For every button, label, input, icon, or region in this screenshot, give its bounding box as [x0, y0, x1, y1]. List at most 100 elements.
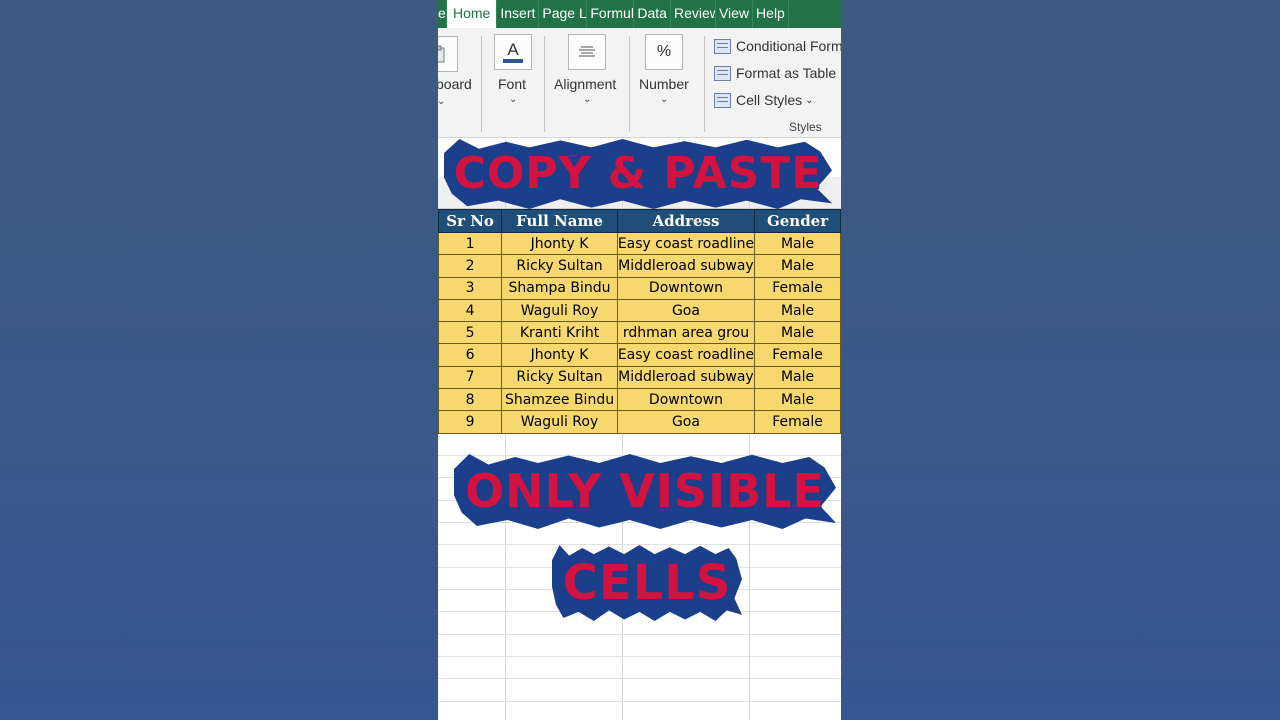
tab-insert[interactable]: Insert [497, 0, 540, 28]
cell-address-text: Easy coast roadline [617, 347, 755, 364]
cell-gender[interactable]: Female [754, 276, 841, 300]
tab-page-layout[interactable]: Page La [539, 0, 588, 28]
cell-full-name[interactable]: Shampa Bindu [501, 276, 618, 300]
cell-address[interactable]: Goa [616, 410, 756, 434]
cell-full-name[interactable]: Waguli Roy [501, 410, 618, 434]
cell-gender-text: Female [772, 280, 823, 297]
cell-address-text: Easy coast roadline [617, 235, 755, 252]
tab-data[interactable]: Data [634, 0, 671, 28]
cell-address-text: Goa [671, 414, 700, 431]
tab-home[interactable]: Home [447, 0, 498, 28]
cell-address[interactable]: Easy coast roadline [616, 231, 756, 256]
cell-sr-no[interactable]: 9 [438, 410, 503, 434]
cell-full-name-text: Shampa Bindu [508, 280, 611, 297]
cell-full-name[interactable]: Ricky Sultan [501, 254, 618, 278]
cell-sr-no[interactable]: 8 [438, 388, 503, 412]
gridline [438, 455, 841, 456]
overlay-title-mid: ONLY VISIBLE [464, 463, 825, 519]
cell-styles-label: Cell Styles [736, 92, 803, 108]
cell-gender[interactable]: Female [754, 343, 841, 367]
cell-address[interactable]: Goa [616, 298, 756, 323]
cell-sr-no[interactable]: 3 [438, 276, 503, 300]
tab-file[interactable]: e [438, 0, 447, 28]
alignment-label: Alignment [554, 76, 617, 92]
cell-gender-text: Male [780, 324, 815, 341]
cell-full-name-text: Waguli Roy [520, 302, 599, 319]
group-divider [704, 36, 705, 132]
cell-styles-button[interactable]: Cell Styles ⌄ [714, 92, 814, 108]
gridline [438, 701, 841, 702]
conditional-formatting-label: Conditional Form [736, 38, 841, 54]
font-a-glyph: A [507, 40, 519, 59]
cell-sr-no[interactable]: 7 [438, 365, 503, 390]
cell-sr-no-text: 1 [465, 235, 475, 252]
data-table: Sr No Full Name Address Gender 1 Jhonty K… [438, 209, 841, 434]
cell-sr-no-text: 7 [465, 369, 475, 386]
cell-gender-text: Female [772, 414, 823, 431]
tab-formulas[interactable]: Formul [587, 0, 635, 28]
cell-address[interactable]: Downtown [616, 388, 756, 412]
worksheet-grid[interactable]: Sr No Full Name Address Gender 1 Jhonty K… [438, 139, 841, 720]
excel-window: e Home Insert Page La Formul Data Review… [438, 0, 841, 720]
cell-address-text: rdhman area grou [622, 324, 750, 341]
cell-address-text: Goa [671, 302, 700, 319]
header-gender[interactable]: Gender [754, 209, 841, 233]
cell-sr-no[interactable]: 4 [438, 298, 503, 323]
clipboard-group[interactable]: board ⌄ [438, 28, 480, 138]
font-group[interactable]: A Font ⌄ [482, 28, 544, 138]
cell-full-name[interactable]: Waguli Roy [501, 298, 618, 323]
cell-sr-no-text: 2 [465, 257, 475, 274]
percent-glyph: % [656, 43, 672, 60]
cell-full-name[interactable]: Jhonty K [501, 231, 618, 256]
cell-gender[interactable]: Male [754, 231, 841, 256]
cell-sr-no[interactable]: 1 [438, 231, 503, 256]
cell-sr-no[interactable]: 2 [438, 254, 503, 278]
header-sr-no[interactable]: Sr No [438, 209, 503, 233]
tab-help[interactable]: Help [753, 0, 789, 28]
cell-gender-text: Male [780, 391, 815, 408]
cell-gender[interactable]: Female [754, 410, 841, 434]
cell-gender[interactable]: Male [754, 298, 841, 323]
cell-gender-text: Male [780, 369, 815, 386]
clipboard-label: board [438, 76, 472, 92]
cell-full-name[interactable]: Shamzee Bindu [501, 388, 618, 412]
cell-styles-icon [714, 92, 731, 108]
header-full-name[interactable]: Full Name [501, 209, 618, 233]
cell-gender[interactable]: Male [754, 365, 841, 390]
tab-view[interactable]: View [716, 0, 754, 28]
cell-full-name-text: Ricky Sultan [516, 369, 603, 386]
format-as-table-button[interactable]: Format as Table ⌄ [714, 65, 841, 81]
cell-address[interactable]: rdhman area grou [616, 321, 756, 345]
cell-gender[interactable]: Male [754, 254, 841, 278]
gridline [438, 678, 841, 679]
cell-address[interactable]: Middleroad subway [616, 254, 756, 278]
cell-gender[interactable]: Male [754, 388, 841, 412]
cell-sr-no-text: 6 [465, 347, 475, 364]
cell-full-name[interactable]: Kranti Kriht [501, 321, 618, 345]
cell-full-name[interactable]: Ricky Sultan [501, 365, 618, 390]
percent-icon: % [645, 34, 683, 70]
alignment-group[interactable]: Alignment ⌄ [545, 28, 629, 138]
number-group[interactable]: % Number ⌄ [630, 28, 704, 138]
chevron-down-icon: ⌄ [583, 94, 592, 105]
cell-sr-no[interactable]: 6 [438, 343, 503, 367]
chevron-down-icon: ⌄ [509, 94, 518, 105]
table-row: 1 Jhonty K Easy coast roadline Male [438, 231, 841, 256]
cell-address[interactable]: Downtown [616, 276, 756, 300]
conditional-formatting-button[interactable]: Conditional Form [714, 38, 841, 54]
cell-gender[interactable]: Male [754, 321, 841, 345]
table-row: 7 Ricky Sultan Middleroad subway Male [438, 365, 841, 390]
cell-address[interactable]: Middleroad subway [616, 365, 756, 390]
table-row: 2 Ricky Sultan Middleroad subway Male [438, 254, 841, 278]
gridline [438, 634, 841, 635]
cell-sr-no-text: 8 [465, 391, 475, 408]
cell-gender-text: Male [780, 257, 815, 274]
cell-full-name-text: Shamzee Bindu [504, 391, 615, 408]
table-row: 8 Shamzee Bindu Downtown Male [438, 388, 841, 412]
cell-full-name[interactable]: Jhonty K [501, 343, 618, 367]
cell-sr-no[interactable]: 5 [438, 321, 503, 345]
tab-review[interactable]: Review [671, 0, 716, 28]
cell-address[interactable]: Easy coast roadline [616, 343, 756, 367]
cell-gender-text: Male [780, 235, 815, 252]
header-address[interactable]: Address [616, 209, 756, 233]
